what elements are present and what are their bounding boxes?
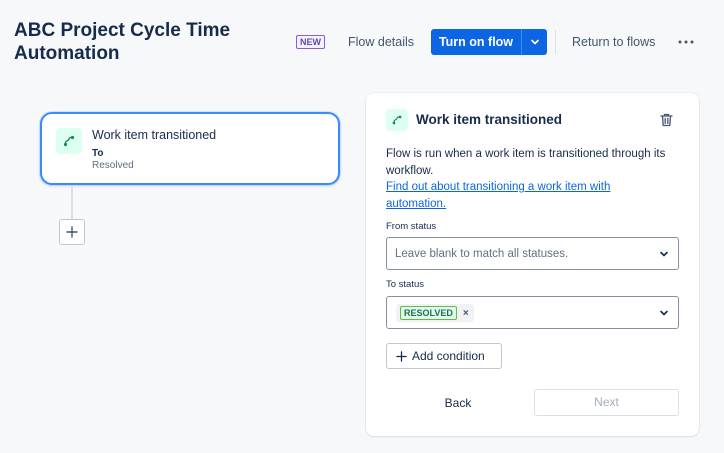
status-lozenge-resolved: RESOLVED [400, 306, 457, 320]
to-status-label: To status [386, 279, 425, 290]
trigger-config-panel: Work item transitioned Flow is run when … [366, 93, 699, 436]
plus-icon [66, 226, 78, 238]
add-condition-label: Add condition [412, 349, 485, 363]
transition-icon [386, 109, 408, 131]
trash-icon [659, 113, 673, 127]
more-actions-button[interactable] [673, 30, 699, 54]
turn-on-flow-dropdown-button[interactable] [521, 29, 547, 55]
flow-connector-line [71, 186, 73, 220]
new-badge: NEW [296, 35, 325, 49]
automation-flow-editor: ABC Project Cycle Time Automation NEW Fl… [0, 0, 724, 453]
plus-icon [396, 350, 407, 362]
add-step-button[interactable] [59, 219, 85, 245]
return-to-flows-button[interactable]: Return to flows [564, 30, 663, 54]
from-status-placeholder: Leave blank to match all statuses. [395, 248, 569, 260]
add-condition-button[interactable]: Add condition [386, 343, 502, 369]
chevron-down-icon [660, 251, 668, 257]
next-button[interactable]: Next [534, 389, 679, 416]
selected-status-tag: RESOLVED × [396, 304, 474, 322]
panel-title: Work item transitioned [416, 112, 563, 127]
delete-trigger-button[interactable] [656, 110, 676, 130]
chevron-down-icon [660, 310, 668, 316]
trigger-card-value: Resolved [92, 160, 134, 171]
panel-description: Flow is run when a work item is transiti… [386, 148, 666, 177]
page-title: ABC Project Cycle Time Automation [14, 20, 231, 64]
trigger-card[interactable]: Work item transitioned To Resolved [40, 112, 340, 185]
back-button[interactable]: Back [426, 390, 490, 416]
trigger-card-title: Work item transitioned [92, 128, 217, 142]
trigger-card-sub-label: To [92, 148, 104, 159]
flow-details-button[interactable]: Flow details [340, 30, 422, 54]
remove-tag-icon[interactable]: × [461, 308, 471, 319]
transition-icon [56, 128, 82, 154]
learn-more-link[interactable]: Find out about transitioning a work item… [386, 179, 656, 212]
header-divider [555, 30, 556, 54]
to-status-select[interactable]: RESOLVED × [386, 296, 679, 329]
from-status-select[interactable]: Leave blank to match all statuses. [386, 237, 679, 270]
from-status-label: From status [386, 221, 437, 232]
chevron-down-icon [530, 39, 539, 45]
turn-on-flow-button[interactable]: Turn on flow [431, 29, 521, 55]
more-horizontal-icon [678, 40, 694, 44]
